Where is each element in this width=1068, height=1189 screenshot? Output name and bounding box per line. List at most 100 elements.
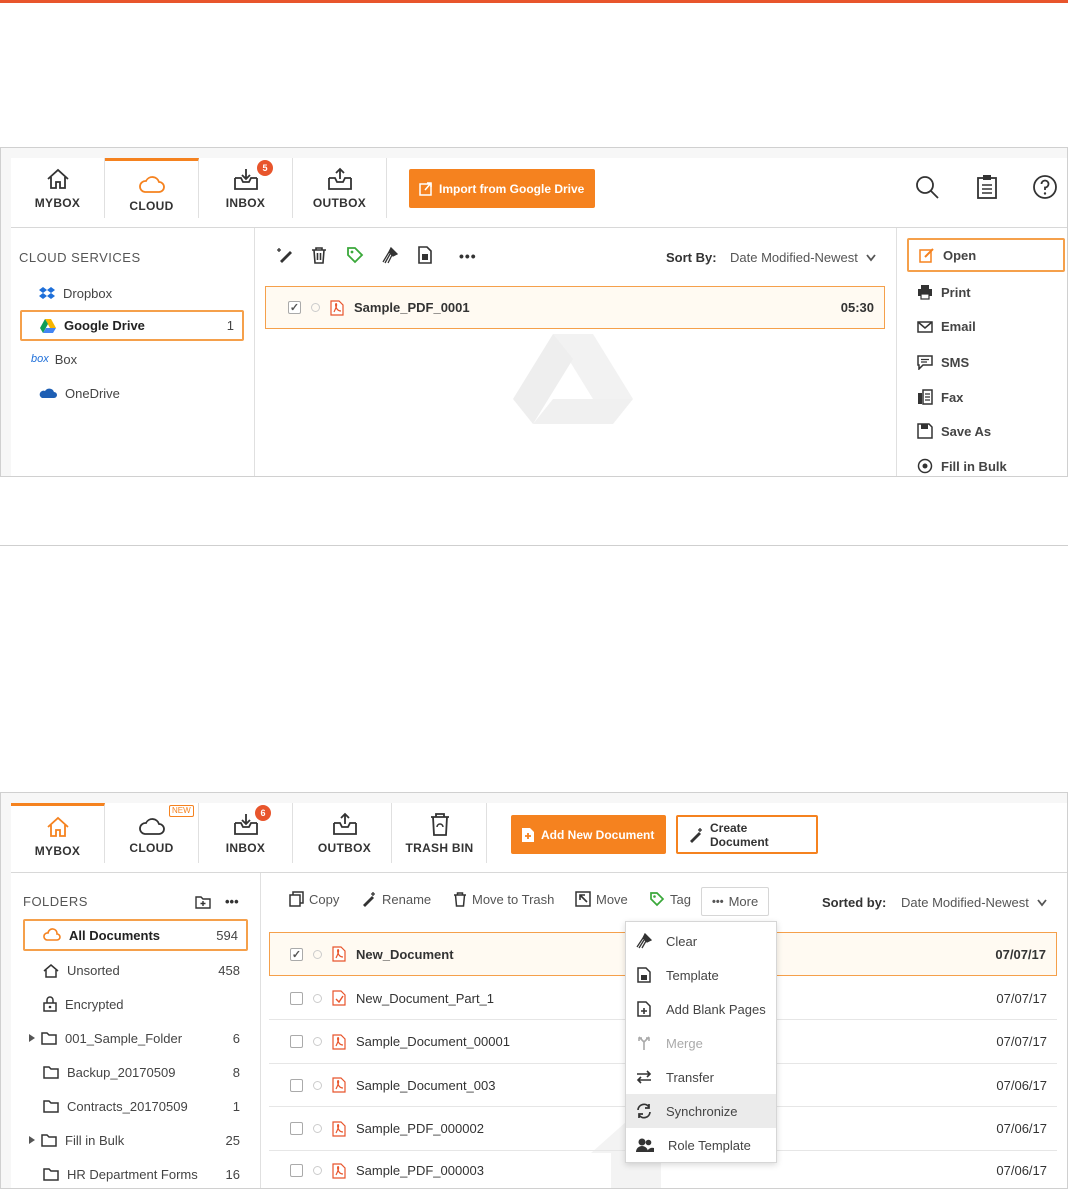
tab-inbox[interactable]: 6 INBOX <box>199 803 293 863</box>
row-status-dot <box>313 993 322 1003</box>
pdf-signed-icon <box>332 990 346 1006</box>
file-name: Sample_PDF_0001 <box>354 300 470 315</box>
row-status-dot <box>313 1124 322 1133</box>
clipboard-icon[interactable] <box>976 174 998 200</box>
google-drive-icon <box>40 318 56 333</box>
folder-icon <box>41 1133 57 1147</box>
printer-icon <box>917 284 933 300</box>
folder-fill-in-bulk[interactable]: Fill in Bulk 25 <box>23 1127 248 1153</box>
open-button[interactable]: Open <box>907 238 1065 272</box>
tab-cloud[interactable]: CLOUD <box>105 158 199 218</box>
tab-trash-bin[interactable]: TRASH BIN <box>393 803 487 863</box>
sidebar-item-box[interactable]: box Box <box>21 346 243 372</box>
clear-icon[interactable] <box>381 246 399 264</box>
folder-001-sample-folder[interactable]: 001_Sample_Folder 6 <box>23 1025 248 1051</box>
clear-broom-icon <box>636 933 652 949</box>
menu-item-synchronize[interactable]: Synchronize <box>626 1094 776 1128</box>
folders-sidebar: FOLDERS ••• All Documents 594 Unsorted 4… <box>11 873 261 1188</box>
cloud-folder-icon <box>43 928 61 942</box>
menu-item-transfer[interactable]: Transfer <box>626 1060 776 1094</box>
menu-item-merge[interactable]: Merge <box>626 1026 776 1060</box>
cloud-icon <box>138 815 166 837</box>
outbox-icon <box>331 811 359 837</box>
top-accent-line <box>0 0 1068 3</box>
sms-button[interactable]: SMS <box>917 354 969 370</box>
sync-icon <box>636 1103 652 1119</box>
tab-cloud[interactable]: NEW CLOUD <box>105 803 199 863</box>
fax-icon <box>917 389 933 405</box>
section-divider <box>0 545 1068 546</box>
row-checkbox[interactable] <box>290 1164 303 1177</box>
trash-icon[interactable] <box>311 246 327 264</box>
print-button[interactable]: Print <box>917 284 971 300</box>
inbox-icon <box>232 166 260 192</box>
folder-unsorted[interactable]: Unsorted 458 <box>23 957 248 983</box>
document-info-icon[interactable] <box>417 246 433 264</box>
sidebar-item-dropbox[interactable]: Dropbox <box>21 280 243 306</box>
more-options-icon[interactable]: ••• <box>459 248 477 264</box>
new-folder-icon[interactable] <box>195 895 211 909</box>
tab-inbox[interactable]: 5 INBOX <box>199 158 293 218</box>
sidebar-item-onedrive[interactable]: OneDrive <box>21 380 243 406</box>
menu-item-add-blank-pages[interactable]: Add Blank Pages <box>626 992 776 1026</box>
row-checkbox[interactable] <box>290 1078 303 1092</box>
folder-encrypted[interactable]: Encrypted <box>23 991 248 1017</box>
new-badge: NEW <box>169 805 194 817</box>
add-new-document-button[interactable]: Add New Document <box>511 815 666 854</box>
save-as-button[interactable]: Save As <box>917 423 991 439</box>
row-status-dot <box>313 1166 322 1175</box>
more-button[interactable]: ••• More <box>701 887 770 916</box>
email-button[interactable]: Email <box>917 319 976 334</box>
folder-icon <box>41 1031 57 1045</box>
move-to-trash-button[interactable]: Move to Trash <box>453 891 554 907</box>
chevron-down-icon <box>866 253 876 262</box>
top-navigation: MYBOX NEW CLOUD 6 INBOX OUTBOX TRASH BIN… <box>11 803 1067 873</box>
edit-icon[interactable] <box>277 246 295 264</box>
folder-all-documents[interactable]: All Documents 594 <box>23 919 248 951</box>
move-button[interactable]: Move <box>575 891 628 907</box>
copy-button[interactable]: Copy <box>289 891 339 907</box>
fill-in-bulk-button[interactable]: Fill in Bulk <box>917 458 1007 474</box>
rename-button[interactable]: Rename <box>361 891 431 907</box>
tab-outbox[interactable]: OUTBOX <box>293 158 387 218</box>
tab-mybox[interactable]: MYBOX <box>11 803 105 863</box>
tag-button[interactable]: Tag <box>649 891 691 907</box>
row-checkbox[interactable] <box>290 1035 303 1048</box>
row-checkbox[interactable]: ✓ <box>288 301 301 314</box>
inbox-badge: 5 <box>257 160 273 176</box>
cloud-icon <box>138 173 166 195</box>
menu-item-template[interactable]: Template <box>626 958 776 992</box>
table-row[interactable]: ✓ Sample_PDF_0001 05:30 <box>265 286 885 329</box>
row-checkbox[interactable]: ✓ <box>290 947 303 961</box>
pdf-icon <box>332 1162 346 1179</box>
tag-icon[interactable] <box>346 246 364 264</box>
create-pen-icon <box>688 827 704 843</box>
sort-dropdown[interactable]: Date Modified-Newest <box>901 895 1047 910</box>
menu-item-role-template[interactable]: Role Template <box>626 1128 776 1162</box>
folder-icon <box>43 1065 59 1079</box>
onedrive-icon <box>39 387 57 399</box>
folder-hr-department-forms[interactable]: HR Department Forms 16 <box>23 1161 248 1187</box>
create-document-button[interactable]: Create Document <box>676 815 818 854</box>
add-document-icon <box>521 827 535 843</box>
cloud-services-sidebar: CLOUD SERVICES Dropbox Google Drive 1 bo… <box>11 228 255 476</box>
sidebar-item-google-drive[interactable]: Google Drive 1 <box>20 310 244 341</box>
help-icon[interactable] <box>1032 174 1058 200</box>
folder-backup[interactable]: Backup_20170509 8 <box>23 1059 248 1085</box>
tab-outbox[interactable]: OUTBOX <box>298 803 392 863</box>
row-checkbox[interactable] <box>290 991 303 1005</box>
folder-contracts[interactable]: Contracts_20170509 1 <box>23 1093 248 1119</box>
row-checkbox[interactable] <box>290 1122 303 1135</box>
home-icon <box>45 166 71 192</box>
watermark-drive-icon <box>513 334 633 424</box>
fax-button[interactable]: Fax <box>917 389 963 405</box>
expand-arrow-icon[interactable] <box>29 1136 35 1144</box>
sort-dropdown[interactable]: Date Modified-Newest <box>730 250 876 265</box>
folder-options-icon[interactable]: ••• <box>225 894 239 909</box>
search-icon[interactable] <box>914 174 940 200</box>
tab-mybox[interactable]: MYBOX <box>11 158 105 218</box>
menu-item-clear[interactable]: Clear <box>626 924 776 958</box>
import-from-google-drive-button[interactable]: Import from Google Drive <box>409 169 595 208</box>
expand-arrow-icon[interactable] <box>29 1034 35 1042</box>
sidebar-heading: FOLDERS <box>23 894 88 909</box>
